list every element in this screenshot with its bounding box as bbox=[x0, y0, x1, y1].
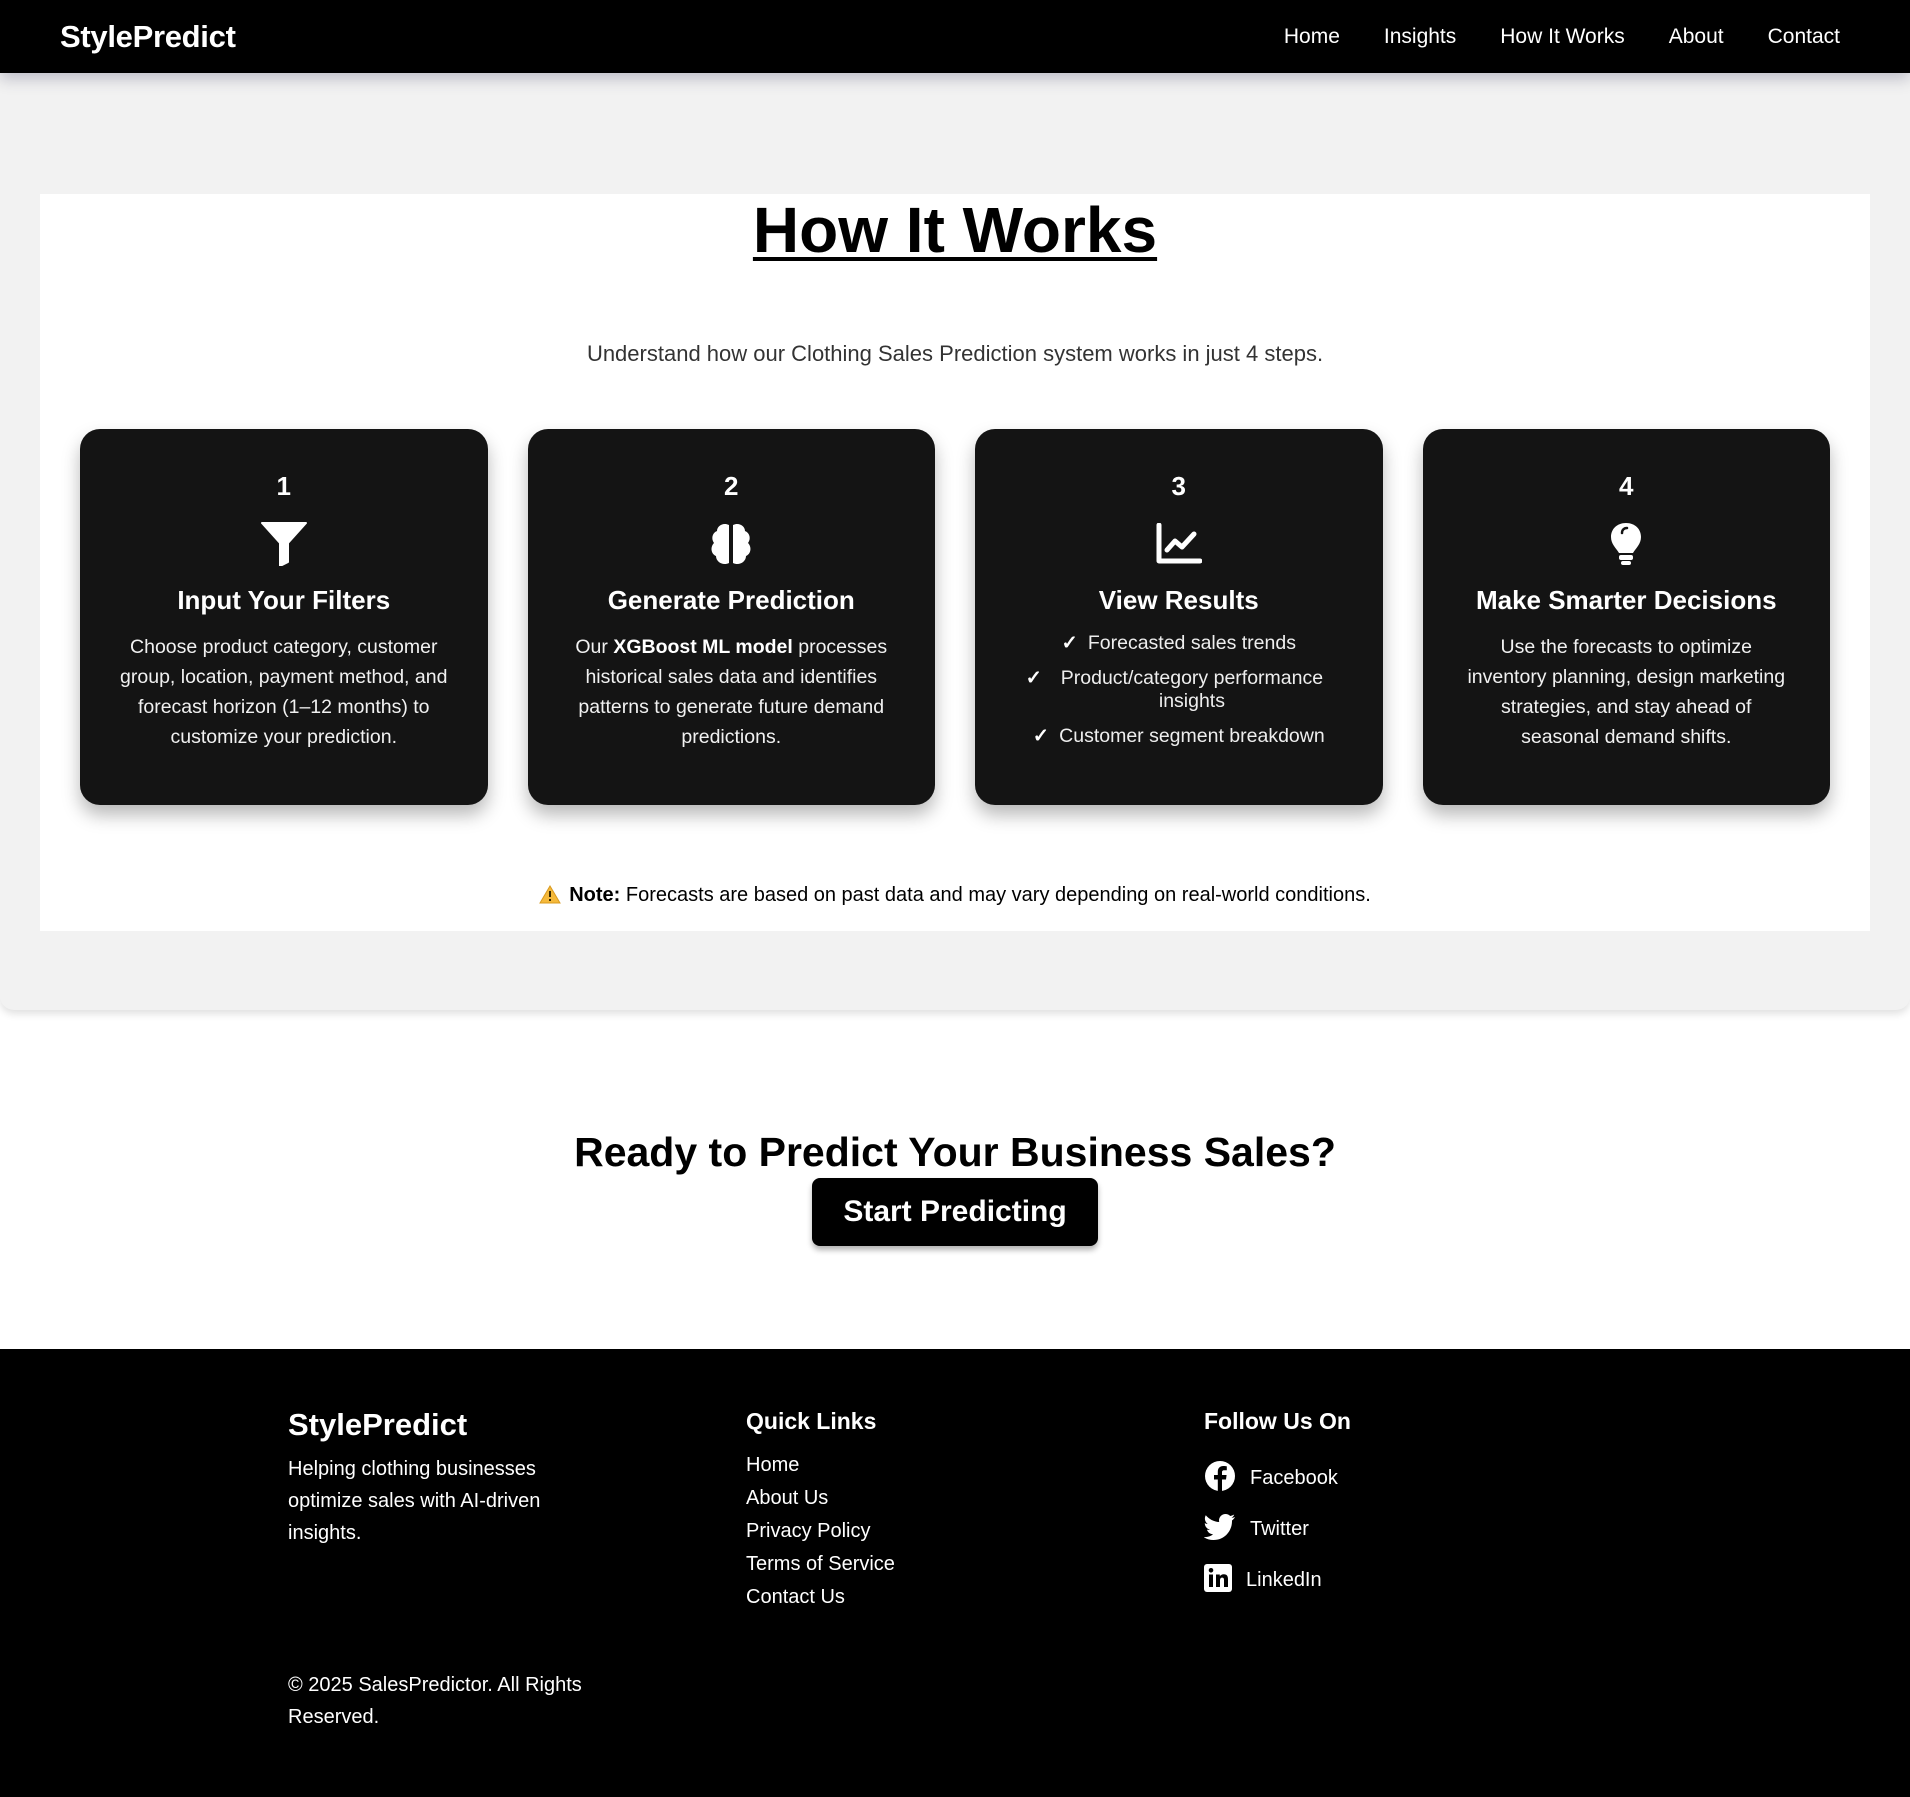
footer-quick-links-column: Quick Links Home About Us Privacy Policy… bbox=[746, 1407, 895, 1614]
twitter-icon bbox=[1203, 1513, 1236, 1547]
social-link-facebook[interactable]: Facebook bbox=[1204, 1453, 1351, 1504]
warning-icon bbox=[539, 885, 562, 910]
footer-link-terms-of-service[interactable]: Terms of Service bbox=[746, 1548, 895, 1581]
facebook-icon bbox=[1204, 1460, 1236, 1498]
footer-copyright: © 2025 SalesPredictor. All Rights Reserv… bbox=[288, 1674, 582, 1728]
step-description: Use the forecasts to optimize inventory … bbox=[1467, 636, 1786, 748]
step-number: 1 bbox=[276, 471, 291, 501]
desc-prefix: Our bbox=[575, 636, 614, 658]
note-text: Forecasts are based on past data and may… bbox=[620, 884, 1371, 906]
nav-links: Home Insights How It Works About Contact bbox=[1262, 25, 1862, 49]
footer-link-contact-us[interactable]: Contact Us bbox=[746, 1581, 895, 1614]
social-label: LinkedIn bbox=[1246, 1569, 1322, 1591]
social-label: Facebook bbox=[1250, 1467, 1338, 1489]
lightbulb-icon bbox=[1423, 519, 1831, 569]
step-title: View Results bbox=[1098, 585, 1259, 615]
check-icon: ✓ bbox=[1032, 725, 1050, 747]
list-item-text: Forecasted sales trends bbox=[1087, 632, 1296, 654]
step-number: 4 bbox=[1619, 471, 1634, 501]
linkedin-icon bbox=[1204, 1563, 1232, 1598]
step-number: 3 bbox=[1171, 471, 1186, 501]
footer-tagline: Helping clothing businesses optimize sal… bbox=[288, 1458, 541, 1544]
brand-logo[interactable]: StylePredict bbox=[60, 19, 236, 55]
step-card-1: 1 Input Your Filters Choose product cate… bbox=[80, 429, 488, 805]
nav-link-about[interactable]: About bbox=[1647, 25, 1746, 49]
footer-social-column: Follow Us On Facebook Twitter LinkedIn bbox=[1203, 1407, 1351, 1606]
step-title: Make Smarter Decisions bbox=[1475, 585, 1777, 615]
step-title: Generate Prediction bbox=[607, 585, 855, 615]
step-title: Input Your Filters bbox=[177, 585, 391, 615]
quick-links-list: Home About Us Privacy Policy Terms of Se… bbox=[746, 1449, 895, 1614]
how-it-works-panel: How It Works Understand how our Clothing… bbox=[40, 194, 1870, 931]
section-subtitle: Understand how our Clothing Sales Predic… bbox=[586, 341, 1324, 366]
top-navbar: StylePredict Home Insights How It Works … bbox=[0, 0, 1910, 73]
footer-brand: StylePredict bbox=[288, 1407, 468, 1442]
step-description: Our XGBoost ML model processes historica… bbox=[566, 632, 896, 752]
list-item: ✓ Product/category performance insights bbox=[975, 667, 1383, 713]
list-item: ✓ Customer segment breakdown bbox=[975, 725, 1383, 748]
step-card-4: 4 Make Smarter Decisions Use the forecas… bbox=[1422, 429, 1831, 805]
note-label: Note: bbox=[569, 884, 621, 906]
list-item-text: Product/category performance insights bbox=[1060, 667, 1324, 712]
quick-links-heading: Quick Links bbox=[746, 1408, 877, 1434]
start-predicting-button[interactable]: Start Predicting bbox=[812, 1178, 1098, 1246]
step-description: Choose product category, customer group,… bbox=[120, 636, 448, 748]
steps-cards: 1 Input Your Filters Choose product cate… bbox=[80, 429, 1830, 805]
check-icon: ✓ bbox=[1025, 667, 1042, 689]
how-it-works-section: How It Works Understand how our Clothing… bbox=[0, 73, 1910, 1010]
step-number: 2 bbox=[724, 471, 739, 501]
check-icon: ✓ bbox=[1061, 632, 1078, 654]
list-item-text: Customer segment breakdown bbox=[1059, 725, 1325, 747]
step-card-2: 2 Generate Prediction Our XGBoost ML mod… bbox=[527, 429, 936, 805]
funnel-icon bbox=[80, 519, 488, 569]
section-title: How It Works bbox=[752, 194, 1158, 266]
social-link-twitter[interactable]: Twitter bbox=[1203, 1504, 1351, 1555]
footer: StylePredict Helping clothing businesses… bbox=[0, 1349, 1910, 1797]
model-name: XGBoost ML model bbox=[613, 636, 793, 658]
results-list: ✓ Forecasted sales trends ✓ Product/catego… bbox=[975, 632, 1383, 748]
list-item: ✓ Forecasted sales trends bbox=[975, 632, 1383, 655]
nav-link-contact[interactable]: Contact bbox=[1746, 25, 1862, 49]
disclaimer-note: Note: Forecasts are based on past data a… bbox=[40, 884, 1870, 910]
nav-link-insights[interactable]: Insights bbox=[1362, 25, 1478, 49]
social-label: Twitter bbox=[1250, 1518, 1309, 1540]
nav-link-home[interactable]: Home bbox=[1262, 25, 1362, 49]
step-card-3: 3 View Results ✓ Forecasted sales trends … bbox=[975, 429, 1383, 805]
footer-link-home[interactable]: Home bbox=[746, 1449, 895, 1482]
footer-link-privacy-policy[interactable]: Privacy Policy bbox=[746, 1515, 895, 1548]
footer-about-column: StylePredict Helping clothing businesses… bbox=[288, 1407, 628, 1728]
cta-title: Ready to Predict Your Business Sales? bbox=[574, 1129, 1336, 1175]
line-chart-icon bbox=[975, 519, 1383, 569]
follow-us-heading: Follow Us On bbox=[1204, 1408, 1351, 1434]
social-links: Facebook Twitter LinkedIn bbox=[1203, 1453, 1351, 1606]
nav-link-how-it-works[interactable]: How It Works bbox=[1478, 25, 1646, 49]
social-link-linkedin[interactable]: LinkedIn bbox=[1204, 1555, 1351, 1606]
brain-icon bbox=[528, 519, 936, 569]
footer-link-about-us[interactable]: About Us bbox=[746, 1482, 895, 1515]
